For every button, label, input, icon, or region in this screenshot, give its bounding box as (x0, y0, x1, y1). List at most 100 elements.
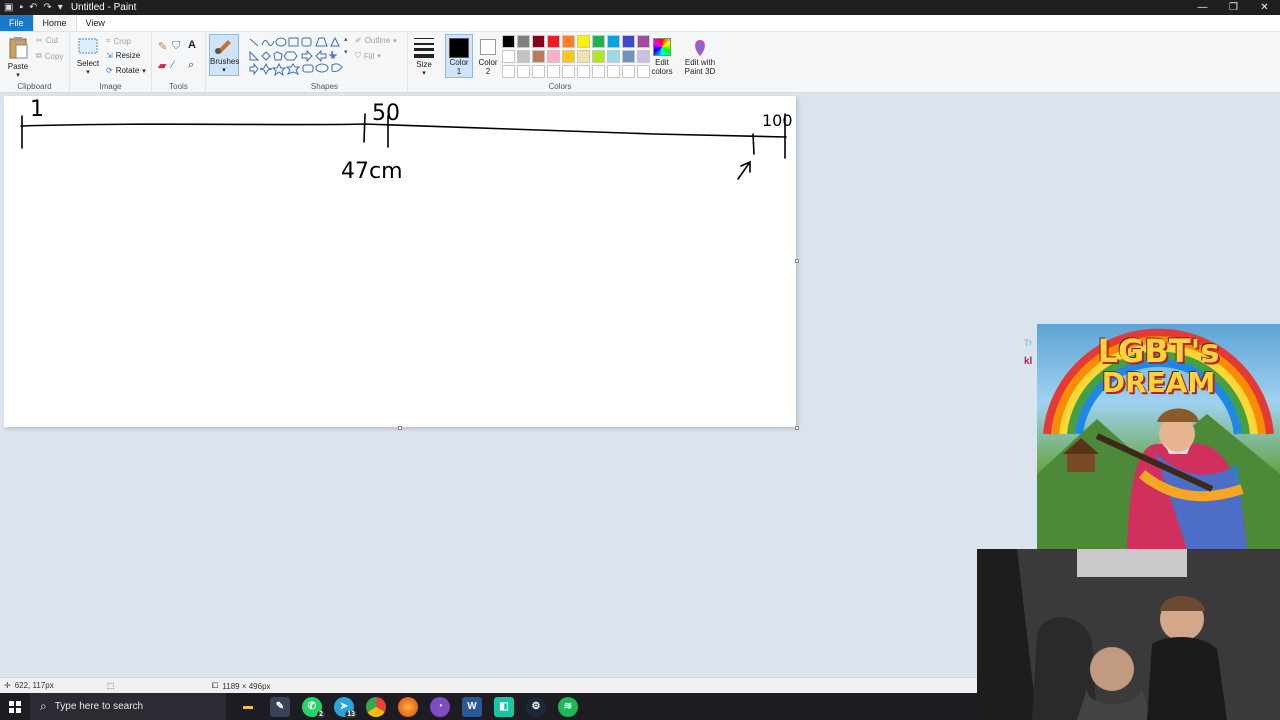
color-picker-icon[interactable]: ⁄ (172, 59, 174, 71)
color1-button[interactable]: Color 1 (445, 34, 473, 78)
image-group: Select ▾ ⌗ Crop ⇲ Resize ⟳ Rotate ▾ Image (70, 32, 152, 93)
palette-swatch[interactable] (562, 35, 575, 48)
save-icon[interactable]: ▪ (19, 0, 23, 15)
steam-icon[interactable]: ⚙ (526, 696, 546, 717)
palette-swatch[interactable] (547, 65, 560, 78)
outline-button[interactable]: ✐ Outline ▾ (355, 36, 397, 45)
label-middle: 50 (372, 101, 400, 126)
redo-icon[interactable]: ↷ (43, 0, 51, 15)
palette-swatch[interactable] (592, 35, 605, 48)
palette-swatch[interactable] (532, 50, 545, 63)
drawing-canvas[interactable]: 1 50 100 47cm (4, 96, 796, 427)
word-icon[interactable]: W (462, 696, 482, 717)
fill-label: Fill (364, 51, 375, 61)
whatsapp-icon[interactable]: ✆ 2 (302, 696, 325, 718)
shapes-gallery[interactable] (248, 37, 348, 77)
palette-swatch[interactable] (592, 65, 605, 78)
palette-swatch[interactable] (592, 50, 605, 63)
paint-app-icon: ▣ (4, 2, 14, 13)
palette-swatch[interactable] (607, 50, 620, 63)
label-start: 1 (30, 97, 44, 122)
palette-swatch[interactable] (517, 50, 530, 63)
shapes-scroll-up-icon[interactable]: ▴ (344, 35, 348, 43)
color2-swatch (480, 39, 496, 55)
colors-group-label: Colors (548, 82, 572, 91)
palette-swatch[interactable] (577, 35, 590, 48)
resize-handle-right[interactable] (795, 259, 799, 263)
palette-swatch[interactable] (502, 65, 515, 78)
window-title: Untitled - Paint (70, 2, 137, 13)
app-green-icon[interactable]: ◧ (494, 696, 514, 717)
tab-file[interactable]: File (0, 15, 33, 31)
text-tool-icon[interactable]: A (188, 39, 196, 51)
undo-icon[interactable]: ↶ (29, 0, 37, 15)
thumbnail-title-line1: LGBT's (1097, 332, 1220, 370)
scissors-icon: ✂ (36, 36, 43, 45)
resize-handle-bottom[interactable] (398, 426, 402, 430)
tick-47 (363, 113, 366, 143)
title-bar: ▣ ▪ ↶ ↷ ▾ Untitled - Paint — ❐ ✕ (0, 0, 1280, 15)
edit-colors-button[interactable]: Edit colors (648, 36, 676, 76)
color2-button[interactable]: Color 2 (475, 36, 501, 76)
palette-swatch[interactable] (517, 35, 530, 48)
select-button[interactable]: Select ▾ (74, 37, 102, 76)
crop-label: Crop (113, 36, 131, 46)
copy-button[interactable]: ⧉ Copy (36, 51, 63, 61)
palette-swatch[interactable] (622, 50, 635, 63)
close-icon[interactable]: ✕ (1249, 0, 1280, 15)
customize-quick-access-icon[interactable]: ▾ (58, 0, 63, 15)
palette-swatch[interactable] (532, 35, 545, 48)
paste-button[interactable]: Paste ▾ (4, 36, 32, 79)
brushes-group: Brushes ▾ (206, 32, 242, 93)
messenger-icon[interactable]: ◔ (430, 696, 450, 717)
palette-swatch[interactable] (547, 50, 560, 63)
firefox-icon[interactable] (398, 696, 418, 717)
cut-button[interactable]: ✂ Cut (36, 36, 58, 45)
menu-tabs: File Home View (0, 15, 1280, 32)
spotify-icon[interactable]: ≋ (558, 696, 578, 717)
rotate-button[interactable]: ⟳ Rotate ▾ (106, 66, 146, 75)
resize-handle-corner[interactable] (795, 426, 799, 430)
tools-group-label: Tools (169, 82, 188, 91)
palette-swatch[interactable] (622, 35, 635, 48)
file-explorer-icon[interactable]: ▬ (238, 697, 258, 717)
crop-button[interactable]: ⌗ Crop (106, 36, 131, 46)
palette-swatch[interactable] (577, 50, 590, 63)
fill-bucket-icon[interactable]: ⛉ (172, 40, 180, 53)
paste-icon (9, 37, 28, 59)
eraser-icon[interactable]: ▰ (158, 59, 166, 72)
color1-label: Color (449, 58, 469, 67)
rotate-label: Rotate (115, 66, 140, 75)
brushes-button[interactable]: Brushes ▾ (209, 34, 239, 76)
chrome-icon[interactable] (366, 696, 386, 717)
restore-icon[interactable]: ❐ (1218, 0, 1249, 15)
paint-taskbar-icon[interactable]: ✎ (270, 696, 290, 717)
edit-with-paint3d-button[interactable]: Edit with Paint 3D (682, 36, 718, 76)
color2-number: 2 (485, 67, 491, 76)
palette-swatch[interactable] (502, 35, 515, 48)
palette-swatch[interactable] (547, 35, 560, 48)
pencil-icon[interactable]: ✎ (158, 40, 167, 53)
palette-swatch[interactable] (607, 35, 620, 48)
magnifier-icon[interactable]: ⌕ (188, 59, 194, 72)
palette-swatch[interactable] (502, 50, 515, 63)
palette-swatch[interactable] (517, 65, 530, 78)
ribbon: Paste ▾ ✂ Cut ⧉ Copy Clipboard Select ▾ ⌗ C… (0, 32, 1280, 93)
palette-swatch[interactable] (562, 65, 575, 78)
palette-swatch[interactable] (577, 65, 590, 78)
fill-button[interactable]: ⛉ Fill ▾ (355, 51, 381, 61)
tab-home[interactable]: Home (32, 15, 77, 31)
shapes-scroll-down-icon[interactable]: ▾ (344, 48, 348, 56)
resize-button[interactable]: ⇲ Resize (106, 51, 140, 60)
start-button[interactable] (0, 693, 30, 720)
palette-swatch[interactable] (532, 65, 545, 78)
palette-swatch[interactable] (607, 65, 620, 78)
taskbar-search[interactable]: ⌕ Type here to search (30, 693, 226, 720)
palette-swatch[interactable] (562, 50, 575, 63)
tab-view[interactable]: View (77, 15, 114, 31)
size-button[interactable]: Size ▾ (410, 36, 438, 77)
brush-icon (215, 40, 231, 54)
minimize-icon[interactable]: — (1187, 0, 1218, 15)
telegram-icon[interactable]: ➤ 13 (334, 696, 357, 718)
palette-swatch[interactable] (622, 65, 635, 78)
